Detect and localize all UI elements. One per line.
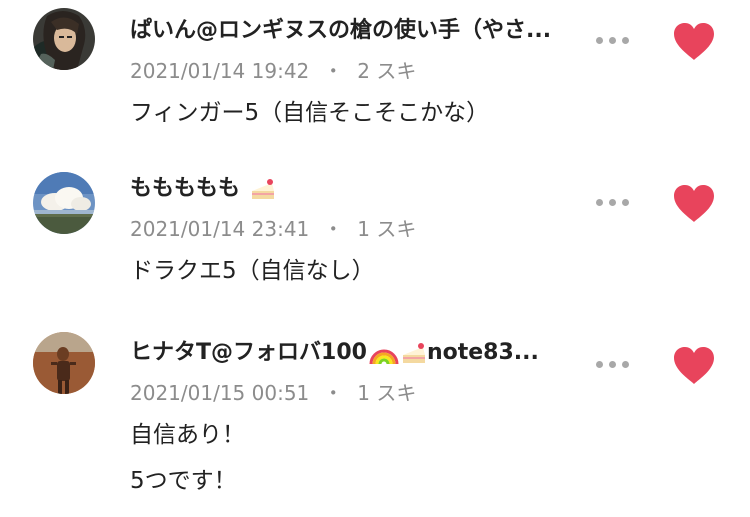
comment-date: 2021/01/15 00:51 — [130, 381, 310, 405]
comment-author[interactable]: ぱいん@ロンギヌスの槍の使い手（やさ... — [130, 14, 551, 48]
comment-meta: 2021/01/15 00:51 ・ 1 スキ — [130, 378, 416, 408]
like-count[interactable]: 1 スキ — [357, 217, 416, 241]
more-options-icon[interactable] — [596, 358, 632, 372]
comment-date: 2021/01/14 23:41 — [130, 217, 310, 241]
rainbow-icon — [369, 349, 399, 365]
comment-line: フィンガー5（自信そこそこかな） — [130, 100, 490, 126]
author-name-prefix: ヒナタT@フォロバ100 — [130, 340, 367, 365]
avatar[interactable] — [33, 332, 95, 394]
comment-date: 2021/01/14 19:42 — [130, 59, 310, 83]
comment-meta: 2021/01/14 19:42 ・ 2 スキ — [130, 56, 416, 86]
comment-line: ドラクエ5（自信なし） — [130, 258, 375, 284]
comment-author[interactable]: ヒナタT@フォロバ100 note83... — [130, 336, 539, 370]
meta-separator: ・ — [323, 381, 344, 405]
meta-separator: ・ — [323, 59, 344, 83]
anime-character-avatar — [33, 8, 95, 70]
meta-separator: ・ — [323, 217, 344, 241]
like-count[interactable]: 1 スキ — [357, 381, 416, 405]
author-name: ももももも — [130, 176, 241, 201]
comment-body: ドラクエ5（自信なし） — [130, 248, 375, 294]
comment-meta: 2021/01/14 23:41 ・ 1 スキ — [130, 214, 416, 244]
person-photo-avatar — [33, 332, 95, 394]
more-options-icon[interactable] — [596, 196, 632, 210]
heart-icon[interactable] — [672, 184, 716, 224]
cake-icon — [402, 343, 425, 363]
cake-icon — [251, 179, 274, 199]
comment-line: 5つです！ — [130, 468, 237, 494]
comment-author[interactable]: ももももも — [130, 172, 276, 206]
comment-body: 自信あり！ 5つです！ — [130, 412, 245, 504]
heart-icon[interactable] — [672, 22, 716, 62]
author-name-suffix: note83... — [426, 340, 539, 365]
like-count[interactable]: 2 スキ — [357, 59, 416, 83]
heart-icon[interactable] — [672, 346, 716, 386]
comment-line: 自信あり！ — [130, 422, 245, 448]
comment-body: フィンガー5（自信そこそこかな） — [130, 90, 489, 136]
avatar[interactable] — [33, 172, 95, 234]
cloud-sky-avatar — [33, 172, 95, 234]
more-options-icon[interactable] — [596, 34, 632, 48]
avatar[interactable] — [33, 8, 95, 70]
